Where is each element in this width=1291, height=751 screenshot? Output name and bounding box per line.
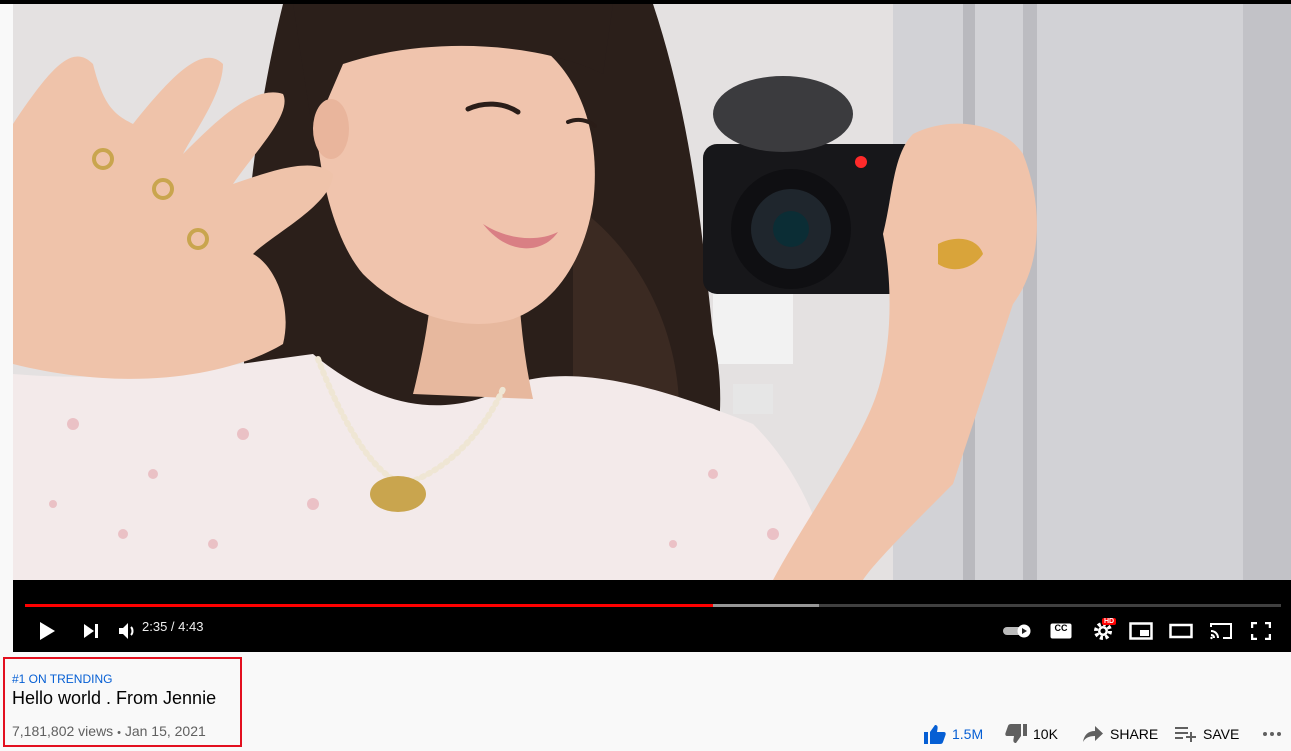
thumbs-down-icon <box>1005 724 1027 743</box>
miniplayer-button[interactable] <box>1127 620 1155 642</box>
more-actions-button[interactable] <box>1262 720 1282 748</box>
playlist-add-icon <box>1175 727 1196 742</box>
autoplay-toggle[interactable] <box>1002 621 1032 641</box>
play-icon <box>40 622 55 640</box>
fullscreen-button[interactable] <box>1248 620 1274 642</box>
video-title: Hello world . From Jennie <box>12 688 217 708</box>
video-still <box>13 4 1291 580</box>
dislike-button[interactable]: 10K <box>1005 720 1058 748</box>
theater-icon <box>1169 623 1193 639</box>
view-count: 7,181,802 views <box>12 723 114 739</box>
more-horizontal-icon <box>1263 732 1281 736</box>
video-meta: 7,181,802 views • Jan 15, 2021 <box>12 723 206 739</box>
share-label: SHARE <box>1110 726 1159 742</box>
trending-badge[interactable]: #1 ON TRENDING <box>12 672 112 686</box>
like-count: 1.5M <box>952 726 984 742</box>
hd-badge: HD <box>1102 618 1117 625</box>
miniplayer-icon <box>1129 622 1153 640</box>
autoplay-toggle-icon <box>1003 624 1031 638</box>
next-button[interactable] <box>78 618 104 644</box>
volume-icon <box>119 623 134 639</box>
meta-separator: • <box>117 727 121 739</box>
video-frame[interactable] <box>13 4 1291 580</box>
share-button[interactable]: SHARE <box>1082 720 1158 748</box>
cast-icon <box>1210 623 1232 640</box>
video-player[interactable] <box>13 4 1291 652</box>
thumbs-up-icon <box>924 725 946 744</box>
save-button[interactable]: SAVE <box>1175 720 1239 748</box>
save-label: SAVE <box>1203 726 1240 742</box>
play-button[interactable] <box>34 618 60 644</box>
dislike-count: 10K <box>1033 726 1058 742</box>
next-icon <box>84 624 98 638</box>
share-icon <box>1083 726 1103 742</box>
settings-button[interactable]: HD <box>1088 618 1118 644</box>
theater-mode-button[interactable] <box>1167 620 1195 642</box>
like-button[interactable]: 1.5M <box>924 720 983 748</box>
captions-label: CC <box>1054 623 1068 633</box>
fullscreen-icon <box>1251 622 1271 640</box>
captions-button[interactable]: CC <box>1048 620 1074 642</box>
time-display: 2:35 / 4:43 <box>142 619 204 634</box>
cast-button[interactable] <box>1207 620 1235 642</box>
volume-button[interactable] <box>115 618 141 644</box>
progress-played <box>25 604 714 607</box>
progress-bar[interactable] <box>25 604 1281 607</box>
upload-date: Jan 15, 2021 <box>124 723 206 739</box>
